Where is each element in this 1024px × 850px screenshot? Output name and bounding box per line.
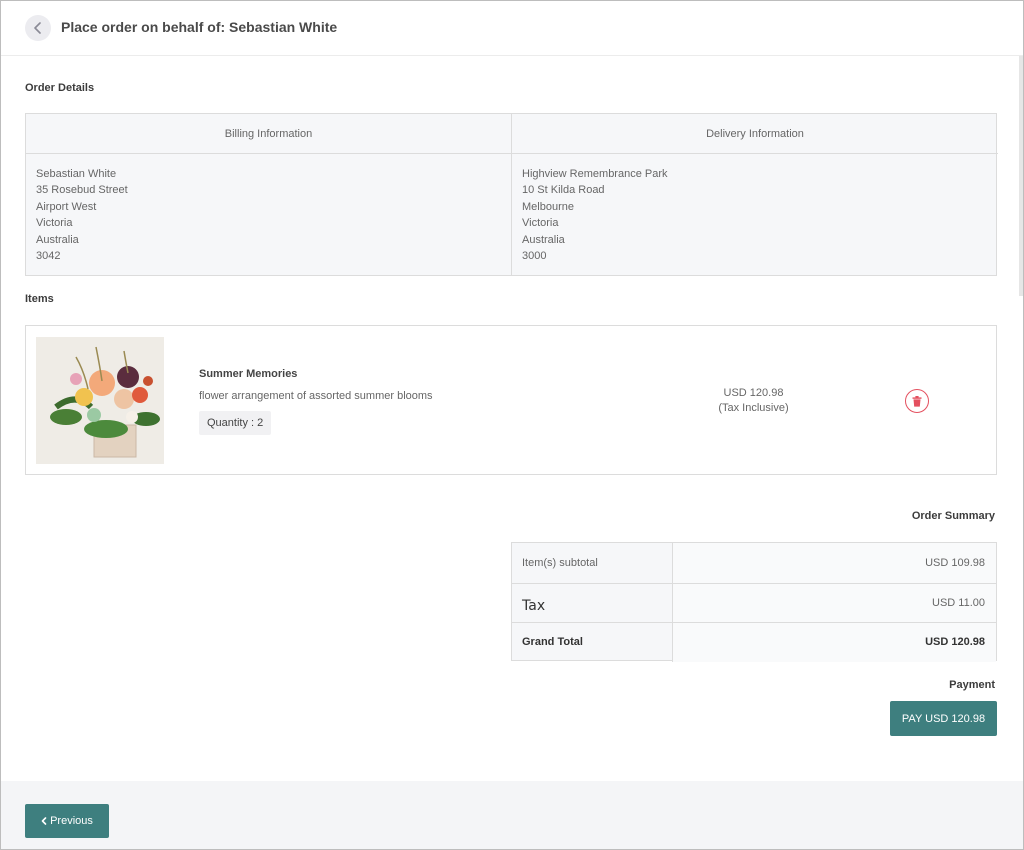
billing-line: Airport West [36, 200, 97, 213]
delivery-line: Highview Remembrance Park [522, 168, 668, 180]
chevron-left-icon [34, 22, 41, 34]
billing-info-heading: Billing Information [26, 114, 511, 154]
payment-title: Payment [949, 679, 995, 691]
page-title: Place order on behalf of: Sebastian Whit… [61, 19, 338, 35]
summary-value: USD 109.98 [673, 543, 996, 583]
billing-address: Sebastian White 35 Rosebud Street Airpor… [26, 154, 511, 264]
billing-line: Victoria [36, 217, 73, 230]
order-summary-title: Order Summary [911, 510, 995, 522]
pay-button[interactable]: PAY USD 120.98 [890, 701, 997, 736]
billing-line: 35 Rosebud Street [36, 184, 128, 197]
summary-label: Item(s) subtotal [512, 543, 673, 583]
delivery-info-heading: Delivery Information [512, 114, 998, 154]
items-title: Items [25, 293, 54, 305]
back-button[interactable] [25, 15, 51, 41]
page-header: Place order on behalf of: Sebastian Whit… [1, 1, 1023, 56]
product-image[interactable] [36, 337, 164, 464]
delivery-address: Highview Remembrance Park 10 St Kilda Ro… [512, 154, 998, 264]
billing-line: Sebastian White [36, 168, 117, 180]
delivery-info-column: Delivery Information Highview Remembranc… [512, 114, 998, 275]
item-name: Summer Memories [199, 368, 298, 380]
item-price-value: USD 120.98 [723, 387, 784, 399]
quantity-badge: Quantity : 2 [199, 411, 272, 435]
order-details-table: Billing Information Sebastian White 35 R… [25, 113, 998, 276]
list-item: Summer Memories flower arrangement of as… [25, 325, 997, 475]
item-price: USD 120.98 (Tax Inclusive) [696, 386, 811, 416]
previous-button[interactable]: Previous [25, 804, 109, 838]
item-price-note: (Tax Inclusive) [718, 402, 789, 414]
billing-line: 3042 [36, 250, 61, 263]
delivery-line: Australia [522, 233, 565, 246]
scrollbar[interactable] [1019, 56, 1023, 296]
summary-row-subtotal: Item(s) subtotal USD 109.98 [512, 543, 996, 583]
chevron-left-icon [41, 817, 47, 825]
order-summary-table: Item(s) subtotal USD 109.98 Tax USD 11.0… [511, 542, 997, 662]
billing-line: Australia [36, 233, 79, 246]
order-details-title: Order Details [25, 82, 95, 94]
delivery-line: Melbourne [522, 200, 574, 213]
summary-value: USD 120.98 [673, 623, 996, 662]
summary-value: USD 11.00 [673, 583, 996, 622]
previous-button-label: Previous [50, 815, 93, 827]
summary-row-tax: Tax USD 11.00 [512, 582, 996, 622]
delete-item-button[interactable] [905, 389, 929, 413]
summary-label: Tax [512, 583, 673, 622]
summary-row-grand-total: Grand Total USD 120.98 [512, 622, 996, 662]
delivery-line: 3000 [522, 250, 547, 263]
trash-icon [912, 395, 922, 407]
item-description: flower arrangement of assorted summer bl… [199, 390, 433, 402]
page-frame: Place order on behalf of: Sebastian Whit… [0, 0, 1024, 850]
page-footer: Previous [1, 781, 1023, 849]
summary-label: Grand Total [512, 623, 673, 662]
delivery-line: Victoria [522, 217, 559, 230]
delivery-line: 10 St Kilda Road [522, 184, 605, 197]
billing-info-column: Billing Information Sebastian White 35 R… [26, 114, 512, 275]
